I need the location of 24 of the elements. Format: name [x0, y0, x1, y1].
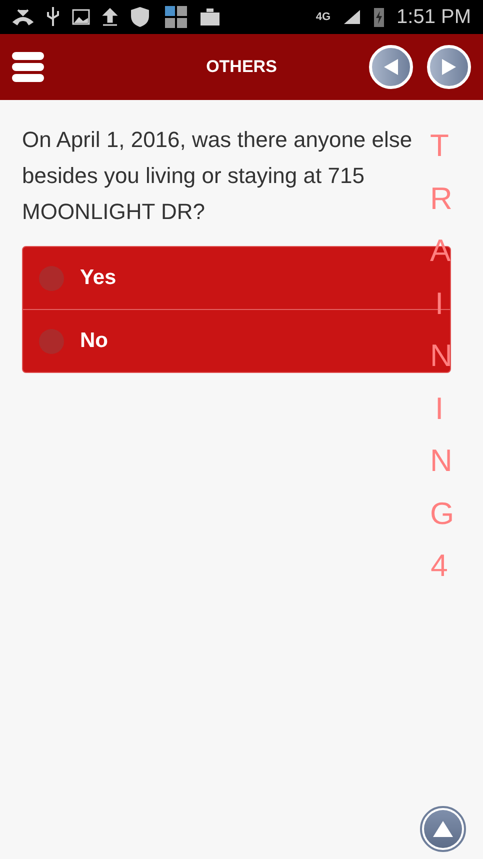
- clock: 1:51 PM: [396, 5, 471, 30]
- missed-call-icon: [12, 8, 34, 26]
- scroll-up-button[interactable]: [420, 806, 466, 852]
- answer-option[interactable]: No: [23, 310, 423, 372]
- briefcase-icon: [200, 8, 220, 26]
- forward-button[interactable]: [427, 45, 471, 89]
- image-icon: [72, 9, 90, 25]
- upload-icon: [102, 7, 118, 27]
- left-triangle-icon: [384, 59, 398, 75]
- back-button[interactable]: [369, 45, 413, 89]
- menu-icon[interactable]: [12, 52, 44, 82]
- radio-button[interactable]: [39, 328, 64, 354]
- answer-option[interactable]: Yes: [23, 247, 423, 309]
- network-type: 4G: [316, 10, 331, 25]
- grid-icon: [164, 5, 188, 29]
- usb-icon: [46, 6, 60, 28]
- shield-icon: [130, 6, 152, 28]
- up-triangle-icon: [433, 821, 453, 837]
- right-triangle-icon: [442, 59, 456, 75]
- radio-button[interactable]: [39, 266, 64, 290]
- header-title: OTHERS: [205, 56, 278, 78]
- question-text: On April 1, 2016, was there anyone else besides you living or staying at 715 MOONLIGHT DR?: [22, 126, 414, 226]
- signal-icon: [342, 9, 361, 25]
- battery-icon: [372, 6, 385, 28]
